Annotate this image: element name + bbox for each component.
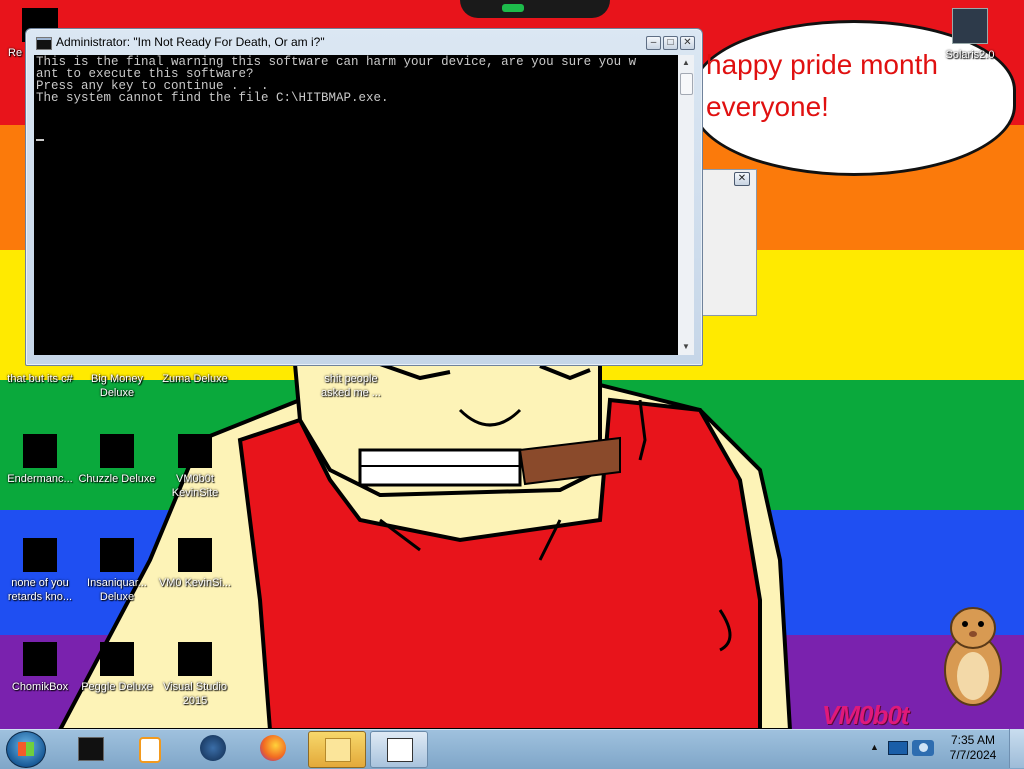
desktop-icon-big-money-deluxe[interactable]: Big Money Deluxe (77, 372, 157, 400)
app-icon (23, 434, 57, 468)
game-icon (100, 538, 134, 572)
solaris-icon (952, 8, 988, 44)
start-button[interactable] (6, 731, 46, 768)
taskbar-clock[interactable]: 7:35 AM 7/7/2024 (940, 733, 1006, 763)
speech-bubble-line-2: everyone! (706, 91, 829, 122)
show-desktop-button[interactable] (1009, 729, 1024, 768)
desktop-icon-that-but-its-csharp[interactable]: that but its c# (0, 372, 80, 386)
desktop-icon-label: VM0b0t KevinSite (171, 473, 219, 499)
console-output-area[interactable]: This is the final warning this software … (34, 55, 678, 355)
close-button[interactable]: ✕ (680, 36, 695, 50)
desktop-icon-none-of-you[interactable]: none of you retards kno... (0, 538, 80, 604)
desktop-icon-label: shit people asked me ... (321, 373, 381, 399)
desktop-icon-label: Zuma Deluxe (162, 373, 228, 385)
desktop-icon-vm0b0t-kevinsite[interactable]: VM0b0t KevinSite (155, 434, 235, 500)
game-icon (100, 434, 134, 468)
taskbar-item-media-player[interactable] (120, 731, 176, 766)
desktop-icon-chomikbox[interactable]: ChomikBox (0, 642, 80, 694)
network-icon[interactable] (888, 741, 908, 755)
desktop-icon-label: that but its c# (7, 373, 73, 385)
folder-icon (325, 738, 351, 762)
desktop-icon-label: Peggle Deluxe (81, 681, 153, 693)
console-cursor (36, 139, 44, 141)
chomikbox-icon (23, 642, 57, 676)
desktop-icon-label: Endermanc... (7, 473, 73, 485)
hamster-icon (944, 607, 1002, 706)
wallpaper-watermark: VM0b0t (822, 700, 909, 730)
firefox-icon (260, 735, 286, 761)
console-title: Administrator: "Im Not Ready For Death, … (56, 35, 325, 49)
desktop-icon-insaniquarium-deluxe[interactable]: Insaniquar... Deluxe (77, 538, 157, 604)
volume-icon[interactable] (912, 740, 934, 756)
window-controls: – □ ✕ (646, 36, 695, 50)
maximize-button[interactable]: □ (663, 36, 678, 50)
scrollbar-thumb[interactable] (680, 73, 693, 95)
background-window[interactable] (700, 169, 757, 316)
game-icon (100, 642, 134, 676)
desktop-icon-label: none of you retards kno... (7, 577, 73, 603)
media-player-icon (139, 737, 161, 763)
console-icon (36, 37, 52, 50)
globe-icon (200, 735, 226, 761)
taskbar-item-firefox[interactable] (246, 731, 302, 766)
clock-date: 7/7/2024 (949, 748, 997, 762)
desktop-icon-label: Big Money Deluxe (91, 373, 143, 399)
desktop-icon-solaris[interactable]: Solaris2.0 (930, 8, 1010, 62)
background-window-close-button[interactable]: ✕ (734, 172, 750, 186)
desktop-icon-label: VM0 KevinSi... (158, 577, 232, 589)
scroll-up-arrow-icon[interactable]: ▲ (678, 55, 694, 71)
desktop-icon-chuzzle-deluxe[interactable]: Chuzzle Deluxe (77, 434, 157, 486)
app-icon (178, 538, 212, 572)
clock-time: 7:35 AM (950, 733, 996, 747)
desktop-icon-vm0-kevinsite[interactable]: VM0 KevinSi... (155, 538, 235, 590)
desktop-icon-endermanc[interactable]: Endermanc... (0, 434, 80, 486)
desktop-icon-label: Visual Studio 2015 (162, 681, 227, 707)
app-icon (23, 538, 57, 572)
desktop-icon-label: ChomikBox (11, 681, 69, 693)
command-prompt-icon (78, 737, 104, 761)
console-window-icon (387, 738, 413, 762)
scroll-down-arrow-icon[interactable]: ▼ (678, 339, 694, 355)
taskbar-item-globe-browser[interactable] (186, 731, 242, 766)
app-icon (178, 434, 212, 468)
minimize-button[interactable]: – (646, 36, 661, 50)
taskbar-item-command-prompt[interactable] (62, 731, 118, 766)
desktop-icon-visual-studio-2015[interactable]: Visual Studio 2015 (155, 642, 235, 708)
visual-studio-icon (178, 642, 212, 676)
console-line: The system cannot find the file C:\HITBM… (36, 91, 389, 105)
console-output: This is the final warning this software … (36, 56, 636, 105)
desktop-icon-label: Insaniquar... Deluxe (87, 577, 147, 603)
console-window[interactable]: Administrator: "Im Not Ready For Death, … (25, 28, 703, 366)
show-hidden-icons-arrow-icon[interactable]: ▲ (870, 742, 879, 752)
desktop-icon-label: Solaris2.0 (945, 49, 995, 61)
desktop-icon-label: Chuzzle Deluxe (78, 473, 156, 485)
desktop-icon-peggle-deluxe[interactable]: Peggle Deluxe (77, 642, 157, 694)
desktop-icon-zuma-deluxe[interactable]: Zuma Deluxe (155, 372, 235, 386)
desktop-icon-shit-people-asked[interactable]: shit people asked me ... (311, 372, 391, 400)
taskbar-item-explorer-folder[interactable] (308, 731, 366, 768)
console-scrollbar[interactable]: ▲ ▼ (678, 55, 694, 355)
taskbar-item-cmd-window[interactable] (370, 731, 428, 768)
